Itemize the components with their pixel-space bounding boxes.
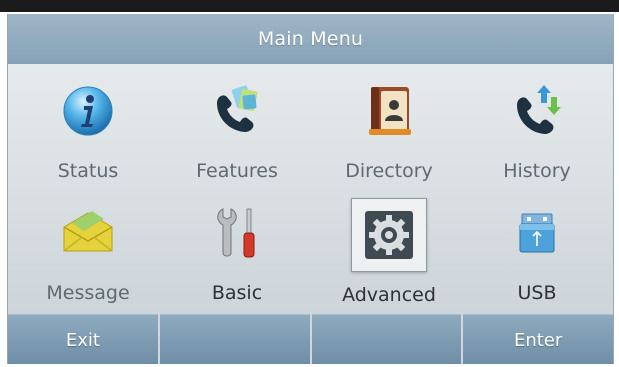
gear-icon <box>351 198 427 272</box>
softkey-2[interactable] <box>159 314 310 364</box>
usb-drive-icon <box>499 200 575 266</box>
menu-item-label: Basic <box>211 282 263 304</box>
menu-item-label: Directory <box>345 160 433 182</box>
menu-item-directory[interactable]: Directory <box>315 64 463 186</box>
menu-item-status[interactable]: Status <box>14 64 162 186</box>
page-title: Main Menu <box>257 28 364 50</box>
menu-item-label: Features <box>196 160 278 182</box>
softkey-3[interactable] <box>311 314 462 364</box>
menu-item-basic[interactable]: Basic <box>163 186 311 308</box>
menu-item-advanced[interactable]: Advanced <box>315 186 463 308</box>
lcd-display: Main Menu Status Features Directory Hist… <box>7 14 614 364</box>
menu-item-usb[interactable]: USB <box>463 186 611 308</box>
menu-grid: Status Features Directory History Messag… <box>8 64 613 314</box>
title-bar: Main Menu <box>8 14 613 65</box>
info-icon <box>50 78 126 144</box>
menu-item-label: Advanced <box>342 284 436 306</box>
envelope-icon <box>50 200 126 266</box>
wrench-screwdriver-icon <box>199 200 275 266</box>
bezel <box>0 0 619 12</box>
menu-item-message[interactable]: Message <box>14 186 162 308</box>
phone-features-icon <box>199 78 275 144</box>
phone-screen: Main Menu Status Features Directory Hist… <box>0 0 619 367</box>
softkey-bar: Exit Enter <box>8 314 613 364</box>
menu-item-features[interactable]: Features <box>163 64 311 186</box>
exit-button[interactable]: Exit <box>8 314 158 364</box>
menu-item-history[interactable]: History <box>463 64 611 186</box>
phone-history-icon <box>499 78 575 144</box>
contact-book-icon <box>351 78 427 144</box>
menu-item-label: USB <box>517 282 557 304</box>
menu-item-label: History <box>503 160 571 182</box>
menu-item-label: Message <box>46 282 130 304</box>
enter-button[interactable]: Enter <box>463 314 613 364</box>
menu-item-label: Status <box>57 160 119 182</box>
